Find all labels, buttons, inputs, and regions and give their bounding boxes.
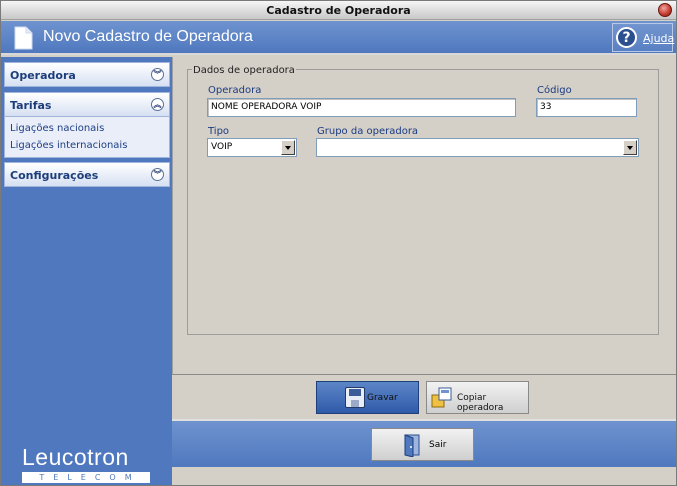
copiar-label: Copiar operadora [457, 393, 504, 413]
title-bar[interactable]: Cadastro de Operadora [1, 1, 676, 20]
grupo-select[interactable] [316, 138, 639, 157]
app-window: Cadastro de Operadora Novo Cadastro de O… [0, 0, 677, 486]
sidebar-group-label: Configurações [10, 169, 99, 182]
chevron-down-icon[interactable]: ︾ [151, 68, 164, 81]
sidebar-group-operadora[interactable]: Operadora ︾ [4, 62, 170, 87]
exit-door-icon [404, 434, 420, 457]
gravar-label: Gravar [367, 393, 398, 403]
sidebar: Operadora ︾ Tarifas ︽ Ligações nacionais… [1, 57, 172, 485]
header-band: Novo Cadastro de Operadora ? Ajuda [1, 21, 676, 55]
help-label: Ajuda [643, 32, 675, 45]
sidebar-group-configuracoes[interactable]: Configurações ︾ [4, 162, 170, 187]
tipo-select[interactable]: VOIP [207, 138, 297, 157]
group-legend: Dados de operadora [192, 65, 296, 76]
tipo-label: Tipo [208, 126, 230, 137]
chevron-down-icon[interactable]: ︾ [151, 168, 164, 181]
codigo-input[interactable]: 33 [536, 98, 637, 117]
window-title: Cadastro de Operadora [266, 4, 411, 17]
operadora-input[interactable]: NOME OPERADORA VOIP [207, 98, 516, 117]
copy-icon [431, 387, 452, 408]
close-icon[interactable] [658, 3, 672, 17]
chevron-down-icon[interactable] [281, 140, 295, 155]
operadora-label: Operadora [208, 85, 262, 96]
gravar-button[interactable]: Gravar [316, 381, 419, 414]
sidebar-group-tarifas[interactable]: Tarifas ︽ [4, 92, 170, 117]
action-bar: Gravar Copiar operadora [172, 376, 676, 419]
chevron-up-icon[interactable]: ︽ [151, 98, 164, 111]
tipo-value: VOIP [211, 142, 233, 152]
codigo-label: Código [537, 85, 572, 96]
sair-button[interactable]: Sair [371, 428, 474, 461]
sidebar-group-body-tarifas: Ligações nacionais Ligações internaciona… [4, 117, 170, 158]
chevron-down-icon[interactable] [623, 140, 637, 155]
help-button[interactable]: ? Ajuda [612, 23, 675, 52]
sidebar-item-ligacoes-internacionais[interactable]: Ligações internacionais [10, 140, 127, 151]
sidebar-group-label: Operadora [10, 69, 76, 82]
sair-label: Sair [429, 440, 447, 450]
floppy-disk-icon [345, 387, 365, 408]
copiar-operadora-button[interactable]: Copiar operadora [426, 381, 529, 414]
leucotron-logo: Leucotron TELECOM [22, 444, 152, 483]
footer-band: Sair [172, 419, 676, 467]
page-title: Novo Cadastro de Operadora [43, 28, 253, 45]
logo-sub: TELECOM [22, 472, 150, 483]
sidebar-item-ligacoes-nacionais[interactable]: Ligações nacionais [10, 123, 104, 134]
document-icon [14, 26, 33, 50]
question-icon: ? [616, 27, 637, 48]
status-strip [172, 467, 676, 485]
grupo-label: Grupo da operadora [317, 126, 419, 137]
logo-brand: Leucotron [22, 444, 129, 470]
sidebar-group-label: Tarifas [10, 99, 52, 112]
main-panel: Dados de operadora Operadora NOME OPERAD… [172, 57, 676, 375]
